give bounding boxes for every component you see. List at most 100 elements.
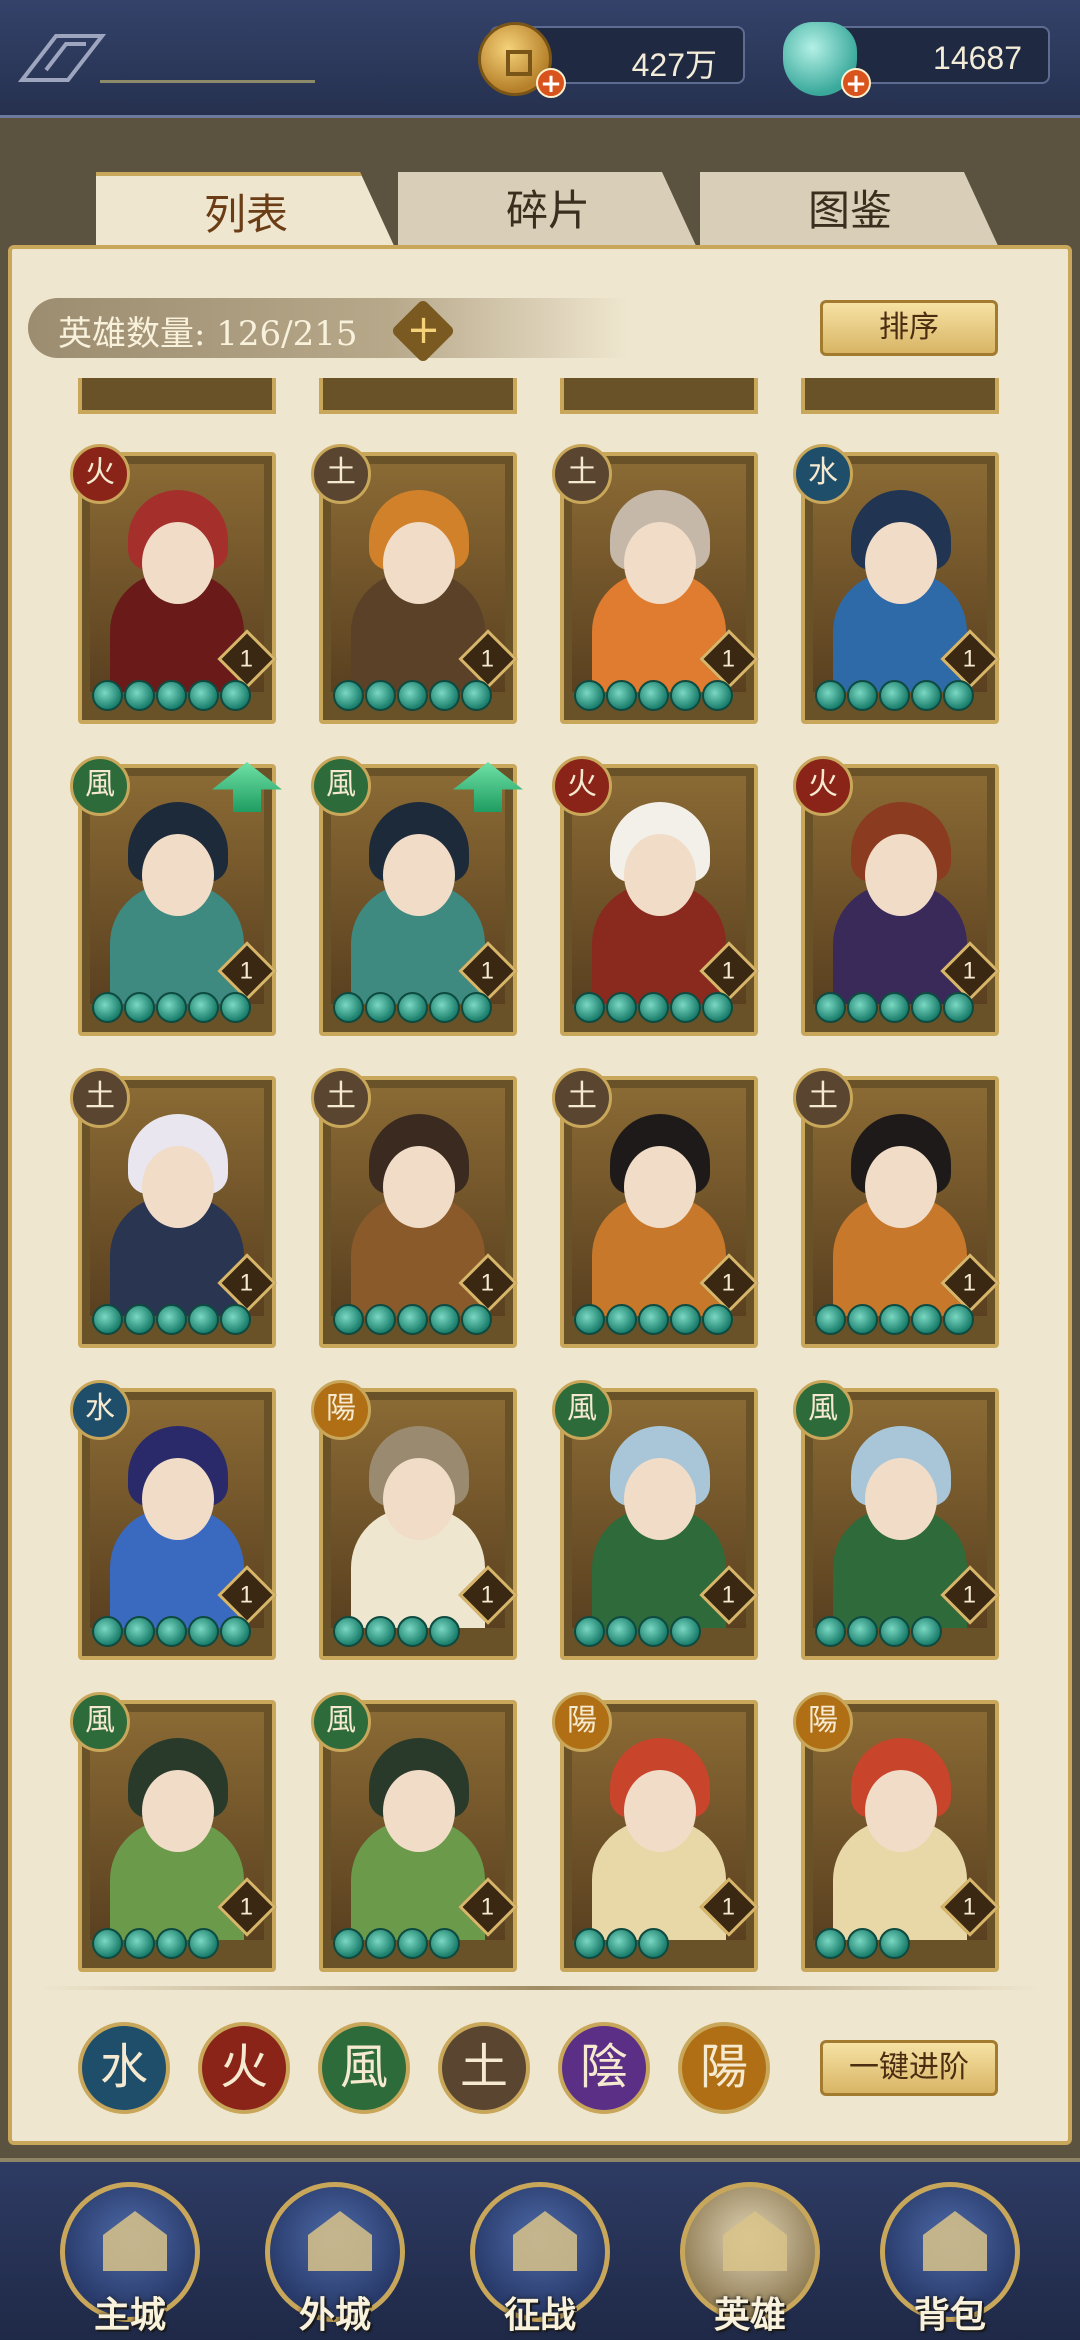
add-gems-icon[interactable]: +: [841, 68, 871, 98]
jade-star-icon: [397, 1928, 428, 1959]
hero-count-text: 英雄数量: 126/215: [58, 314, 358, 354]
tab-label: 图鉴: [807, 186, 892, 235]
hero-card[interactable]: 風1: [311, 756, 523, 1036]
nav-item-4[interactable]: 背包: [880, 2182, 1020, 2336]
jade-star-icon: [156, 1304, 187, 1335]
star-rating: [333, 992, 492, 1024]
jade-star-icon: [606, 1616, 637, 1647]
hero-card[interactable]: 風1: [793, 1380, 1000, 1660]
jade-star-icon: [156, 680, 187, 711]
jade-star-icon: [461, 992, 492, 1023]
jade-star-icon: [461, 680, 492, 711]
yang-filter-button[interactable]: 陽: [678, 2022, 770, 2114]
hero-card[interactable]: 水1: [70, 1380, 277, 1660]
nav-item-3[interactable]: 英雄: [680, 2182, 820, 2336]
partial-hero-card[interactable]: [78, 378, 276, 414]
star-rating: [815, 680, 974, 712]
jade-star-icon: [943, 680, 974, 711]
jade-star-icon: [92, 680, 123, 711]
jade-star-icon: [847, 1616, 878, 1647]
hero-card[interactable]: 火1: [793, 756, 1000, 1036]
hero-level: 1: [721, 1893, 735, 1921]
jade-star-icon: [574, 1304, 605, 1335]
tab-label: 碎片: [505, 186, 590, 235]
star-rating: [574, 1616, 701, 1648]
hero-card[interactable]: 火1: [70, 444, 277, 724]
jade-star-icon: [879, 1616, 910, 1647]
jade-star-icon: [333, 680, 364, 711]
hero-level: 1: [962, 957, 976, 985]
jade-star-icon: [397, 1304, 428, 1335]
jade-star-icon: [574, 1928, 605, 1959]
jade-star-icon: [188, 1928, 219, 1959]
partial-hero-card[interactable]: [319, 378, 517, 414]
hero-card[interactable]: 風1: [311, 1692, 518, 1972]
jade-star-icon: [365, 1304, 396, 1335]
menu-pattern-icon[interactable]: [16, 30, 106, 86]
fire-filter-button[interactable]: 火: [198, 2022, 290, 2114]
jade-star-icon: [124, 992, 155, 1023]
yin-filter-button[interactable]: 陰: [558, 2022, 650, 2114]
jade-star-icon: [124, 1304, 155, 1335]
nav-item-2[interactable]: 征战: [470, 2182, 610, 2336]
jade-star-icon: [397, 992, 428, 1023]
gems-display[interactable]: + 14687: [783, 22, 1050, 98]
hero-card[interactable]: 風1: [70, 1692, 277, 1972]
jade-star-icon: [156, 992, 187, 1023]
hero-card[interactable]: 土1: [70, 1068, 277, 1348]
jade-star-icon: [670, 992, 701, 1023]
add-coins-icon[interactable]: +: [536, 68, 566, 98]
nav-label: 背包: [913, 2294, 986, 2336]
jade-star-icon: [847, 1928, 878, 1959]
jade-star-icon: [879, 1304, 910, 1335]
sort-button[interactable]: 排序: [820, 300, 998, 356]
hero-level: 1: [480, 1269, 494, 1297]
wind-element-icon: 風: [70, 1692, 130, 1752]
advance-all-button[interactable]: 一键进阶: [820, 2040, 998, 2096]
hero-level: 1: [239, 957, 253, 985]
jade-star-icon: [429, 1304, 460, 1335]
hero-card[interactable]: 風1: [70, 756, 282, 1036]
partial-hero-card[interactable]: [560, 378, 758, 414]
star-rating: [92, 1616, 251, 1648]
star-rating: [333, 680, 492, 712]
hero-card[interactable]: 水1: [793, 444, 1000, 724]
hero-card[interactable]: 土1: [793, 1068, 1000, 1348]
jade-star-icon: [429, 992, 460, 1023]
tab-list[interactable]: 列表: [96, 172, 396, 250]
jade-star-icon: [879, 680, 910, 711]
hero-card[interactable]: 陽1: [552, 1692, 759, 1972]
hero-card[interactable]: 風1: [552, 1380, 759, 1660]
hero-level: 1: [721, 1581, 735, 1609]
coins-display[interactable]: + 427万: [478, 22, 745, 98]
star-rating: [92, 1928, 219, 1960]
tab-fragments[interactable]: 碎片: [398, 172, 698, 250]
jade-star-icon: [670, 1616, 701, 1647]
nav-label: 外城: [298, 2294, 371, 2336]
title-underline: [100, 80, 315, 83]
jade-star-icon: [911, 1616, 942, 1647]
jade-star-icon: [188, 680, 219, 711]
hero-card[interactable]: 土1: [311, 444, 518, 724]
hero-card[interactable]: 火1: [552, 756, 759, 1036]
hero-card[interactable]: 土1: [552, 444, 759, 724]
hero-card[interactable]: 土1: [552, 1068, 759, 1348]
hero-card[interactable]: 土1: [311, 1068, 518, 1348]
water-filter-button[interactable]: 水: [78, 2022, 170, 2114]
nav-item-1[interactable]: 外城: [265, 2182, 405, 2336]
jade-star-icon: [365, 1928, 396, 1959]
earth-filter-button[interactable]: 土: [438, 2022, 530, 2114]
nav-label: 主城: [93, 2294, 166, 2336]
nav-item-0[interactable]: 主城: [60, 2182, 200, 2336]
jade-star-icon: [943, 992, 974, 1023]
wind-filter-button[interactable]: 風: [318, 2022, 410, 2114]
nav-emblem: [723, 2211, 787, 2271]
partial-hero-card[interactable]: [801, 378, 999, 414]
hero-level: 1: [962, 645, 976, 673]
coins-value: 427万: [631, 47, 717, 83]
hero-card[interactable]: 陽1: [311, 1380, 518, 1660]
tab-codex[interactable]: 图鉴: [700, 172, 1000, 250]
jade-star-icon: [574, 992, 605, 1023]
hero-level: 1: [239, 1269, 253, 1297]
hero-card[interactable]: 陽1: [793, 1692, 1000, 1972]
